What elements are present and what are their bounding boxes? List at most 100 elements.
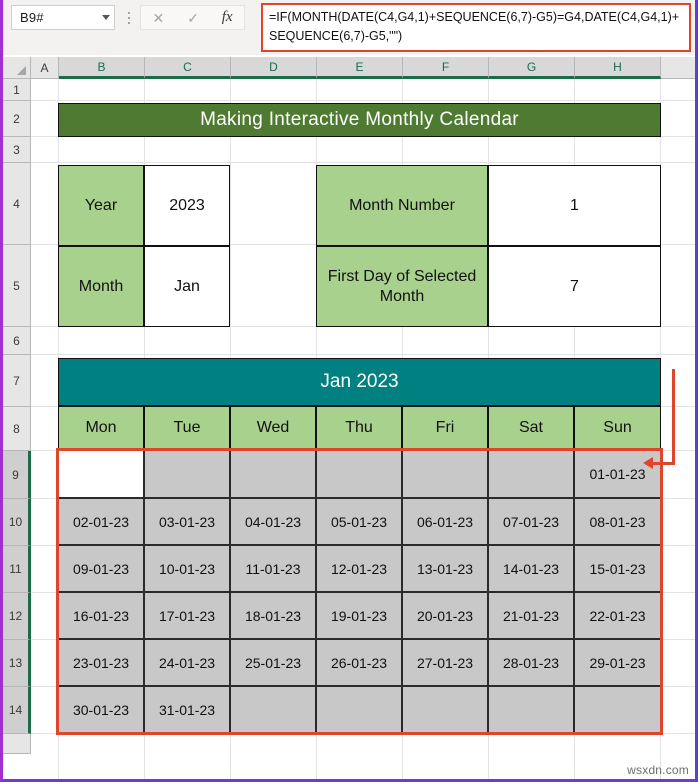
- calendar-cell[interactable]: [488, 450, 574, 498]
- day-header-sat: Sat: [488, 406, 574, 450]
- year-value[interactable]: 2023: [144, 165, 230, 246]
- select-all-corner[interactable]: [3, 57, 31, 79]
- row-header-partial: [3, 734, 31, 754]
- calendar-cell[interactable]: 20-01-23: [402, 592, 488, 639]
- calendar-cell[interactable]: 28-01-23: [488, 639, 574, 686]
- column-header-f[interactable]: F: [403, 57, 489, 79]
- row-header-9[interactable]: 9: [3, 451, 31, 499]
- calendar-cell[interactable]: 31-01-23: [144, 686, 230, 733]
- calendar-cell[interactable]: [574, 686, 661, 733]
- row-header-column: 1 2 3 4 5 6 7 8 9 10 11 12 13 14: [3, 79, 31, 779]
- calendar-cell[interactable]: 09-01-23: [58, 545, 144, 592]
- formula-input[interactable]: =IF(MONTH(DATE(C4,G4,1)+SEQUENCE(6,7)-G5…: [261, 3, 691, 52]
- calendar-cell[interactable]: 26-01-23: [316, 639, 402, 686]
- annotation-line: [653, 462, 675, 465]
- calendar-cell[interactable]: [230, 686, 316, 733]
- page-title: Making Interactive Monthly Calendar: [58, 103, 661, 137]
- first-day-label: First Day of Selected Month: [316, 246, 488, 327]
- row-header-5[interactable]: 5: [3, 245, 31, 327]
- calendar-cell[interactable]: [402, 450, 488, 498]
- calendar-cell[interactable]: 17-01-23: [144, 592, 230, 639]
- calendar-cell[interactable]: 07-01-23: [488, 498, 574, 545]
- calendar-cell[interactable]: 24-01-23: [144, 639, 230, 686]
- day-header-thu: Thu: [316, 406, 402, 450]
- month-value[interactable]: Jan: [144, 246, 230, 327]
- formula-bar: B9# ✕ ✓ fx =IF(MONTH(DATE(C4,G4,1)+SEQUE…: [3, 0, 695, 55]
- row-header-10[interactable]: 10: [3, 499, 31, 546]
- row-header-1[interactable]: 1: [3, 79, 31, 101]
- calendar-cell[interactable]: 21-01-23: [488, 592, 574, 639]
- calendar-cell[interactable]: 12-01-23: [316, 545, 402, 592]
- day-header-tue: Tue: [144, 406, 230, 450]
- close-icon[interactable]: ✕: [152, 11, 164, 25]
- column-header-d[interactable]: D: [231, 57, 317, 79]
- name-box[interactable]: B9#: [11, 5, 115, 30]
- column-header-a[interactable]: A: [31, 57, 59, 79]
- row-header-14[interactable]: 14: [3, 687, 31, 734]
- worksheet-canvas[interactable]: Making Interactive Monthly Calendar Year…: [31, 79, 695, 779]
- calendar-cell[interactable]: 13-01-23: [402, 545, 488, 592]
- annotation-line: [672, 369, 675, 465]
- formula-action-buttons: ✕ ✓ fx: [140, 5, 245, 30]
- calendar-cell[interactable]: 30-01-23: [58, 686, 144, 733]
- row-header-11[interactable]: 11: [3, 546, 31, 593]
- calendar-cell[interactable]: 15-01-23: [574, 545, 661, 592]
- column-header-b[interactable]: B: [59, 57, 145, 79]
- calendar-cell[interactable]: 22-01-23: [574, 592, 661, 639]
- calendar-cell[interactable]: 11-01-23: [230, 545, 316, 592]
- calendar-cell[interactable]: 14-01-23: [488, 545, 574, 592]
- day-header-fri: Fri: [402, 406, 488, 450]
- row-header-12[interactable]: 12: [3, 593, 31, 640]
- calendar-cell[interactable]: 04-01-23: [230, 498, 316, 545]
- calendar-cell[interactable]: [230, 450, 316, 498]
- month-number-label: Month Number: [316, 165, 488, 246]
- month-number-value[interactable]: 1: [488, 165, 661, 246]
- chevron-down-icon[interactable]: [102, 15, 110, 20]
- row-header-8[interactable]: 8: [3, 407, 31, 451]
- left-arrow-icon: [643, 457, 653, 469]
- watermark: wsxdn.com: [627, 763, 689, 777]
- calendar-cell[interactable]: 02-01-23: [58, 498, 144, 545]
- row-header-3[interactable]: 3: [3, 137, 31, 163]
- calendar-cell[interactable]: 05-01-23: [316, 498, 402, 545]
- column-header-row: A B C D E F G H: [3, 57, 695, 79]
- calendar-cell[interactable]: [402, 686, 488, 733]
- calendar-cell[interactable]: 10-01-23: [144, 545, 230, 592]
- year-label: Year: [58, 165, 144, 246]
- calendar-cell[interactable]: 27-01-23: [402, 639, 488, 686]
- first-day-value[interactable]: 7: [488, 246, 661, 327]
- calendar-cell[interactable]: 16-01-23: [58, 592, 144, 639]
- calendar-cell[interactable]: [316, 686, 402, 733]
- calendar-cell[interactable]: 06-01-23: [402, 498, 488, 545]
- calendar-cell[interactable]: [144, 450, 230, 498]
- name-box-value: B9#: [20, 10, 44, 25]
- calendar-title: Jan 2023: [58, 358, 661, 406]
- fx-icon[interactable]: fx: [222, 10, 233, 25]
- row-header-13[interactable]: 13: [3, 640, 31, 687]
- column-header-c[interactable]: C: [145, 57, 231, 79]
- calendar-cell[interactable]: 18-01-23: [230, 592, 316, 639]
- calendar-cell[interactable]: 03-01-23: [144, 498, 230, 545]
- column-header-tail: [661, 57, 695, 79]
- calendar-cell[interactable]: 19-01-23: [316, 592, 402, 639]
- calendar-cell[interactable]: 08-01-23: [574, 498, 661, 545]
- row-header-4[interactable]: 4: [3, 163, 31, 245]
- day-header-sun: Sun: [574, 406, 661, 450]
- column-header-e[interactable]: E: [317, 57, 403, 79]
- row-header-7[interactable]: 7: [3, 355, 31, 407]
- column-header-h[interactable]: H: [575, 57, 661, 79]
- calendar-cell[interactable]: 23-01-23: [58, 639, 144, 686]
- row-header-6[interactable]: 6: [3, 327, 31, 355]
- calendar-cell[interactable]: [488, 686, 574, 733]
- row-header-2[interactable]: 2: [3, 101, 31, 137]
- month-label: Month: [58, 246, 144, 327]
- day-header-mon: Mon: [58, 406, 144, 450]
- more-options-icon[interactable]: [124, 10, 134, 26]
- calendar-cell[interactable]: [58, 450, 144, 498]
- calendar-cell[interactable]: 25-01-23: [230, 639, 316, 686]
- column-header-g[interactable]: G: [489, 57, 575, 79]
- check-icon[interactable]: ✓: [187, 11, 199, 25]
- excel-screenshot: B9# ✕ ✓ fx =IF(MONTH(DATE(C4,G4,1)+SEQUE…: [0, 0, 698, 782]
- calendar-cell[interactable]: [316, 450, 402, 498]
- calendar-cell[interactable]: 29-01-23: [574, 639, 661, 686]
